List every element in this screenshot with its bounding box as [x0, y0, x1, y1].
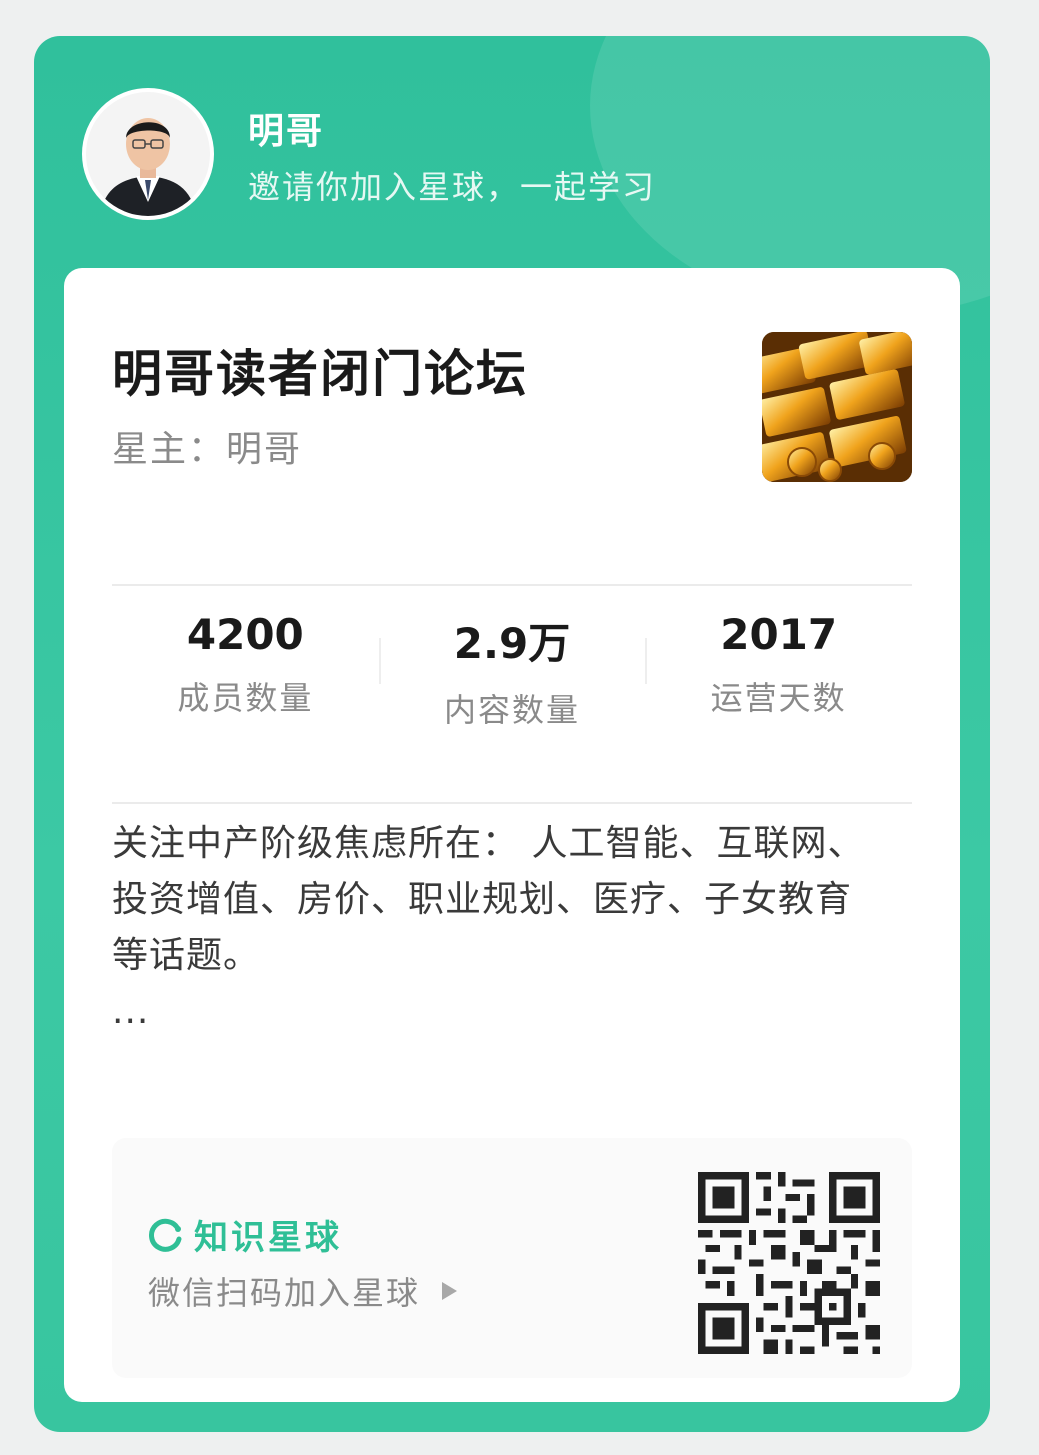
avatar-photo: [86, 92, 210, 216]
group-description[interactable]: 关注中产阶级焦虑所在： 人工智能、互联网、 投资增值、房价、职业规划、医疗、子女…: [112, 816, 922, 1040]
stat-value: 2.9万: [453, 619, 571, 668]
inviter-name: 明哥: [248, 111, 325, 152]
brand-name: 知识星球: [194, 1218, 342, 1258]
description-ellipsis: ...: [112, 991, 150, 1032]
invite-card: 明哥 邀请你加入星球，一起学习 明哥读者闭门论坛 星主：明哥 4200 成员数量…: [34, 36, 990, 1432]
stats-row: 4200 成员数量 2.9万 内容数量 2017 运营天数: [112, 598, 912, 738]
stat-value: 2017: [720, 610, 838, 659]
group-owner: 星主：明哥: [112, 429, 303, 470]
stat-label: 运营天数: [710, 679, 847, 717]
gold-bars-image: [762, 332, 912, 482]
stat-label: 内容数量: [444, 691, 581, 729]
qr-code-icon[interactable]: [698, 1172, 880, 1354]
stat-label: 成员数量: [177, 679, 314, 717]
scan-text: 微信扫码加入星球: [148, 1274, 421, 1312]
divider: [112, 802, 912, 804]
divider: [112, 584, 912, 586]
stat-members: 4200 成员数量: [112, 598, 379, 738]
stat-content: 2.9万 内容数量: [378, 598, 646, 738]
group-title: 明哥读者闭门论坛: [112, 345, 528, 403]
invite-subtitle: 邀请你加入星球，一起学习: [248, 168, 657, 206]
group-card: 明哥读者闭门论坛 星主：明哥 4200 成员数量 2.9万 内容数量 2017 …: [64, 268, 960, 1402]
planet-logo-icon: [149, 1218, 182, 1252]
scan-to-join[interactable]: 微信扫码加入星球: [148, 1268, 460, 1314]
stat-days: 2017 运营天数: [645, 598, 912, 738]
description-line: 等话题。: [112, 935, 261, 976]
avatar[interactable]: [82, 88, 214, 220]
brand: 知识星球: [148, 1210, 342, 1259]
play-arrow-icon: [442, 1282, 458, 1300]
stat-value: 4200: [186, 610, 304, 659]
join-footer[interactable]: 知识星球 微信扫码加入星球: [112, 1138, 912, 1378]
description-line: 投资增值、房价、职业规划、医疗、子女教育: [112, 879, 853, 920]
description-line: 关注中产阶级焦虑所在： 人工智能、互联网、: [112, 823, 865, 864]
